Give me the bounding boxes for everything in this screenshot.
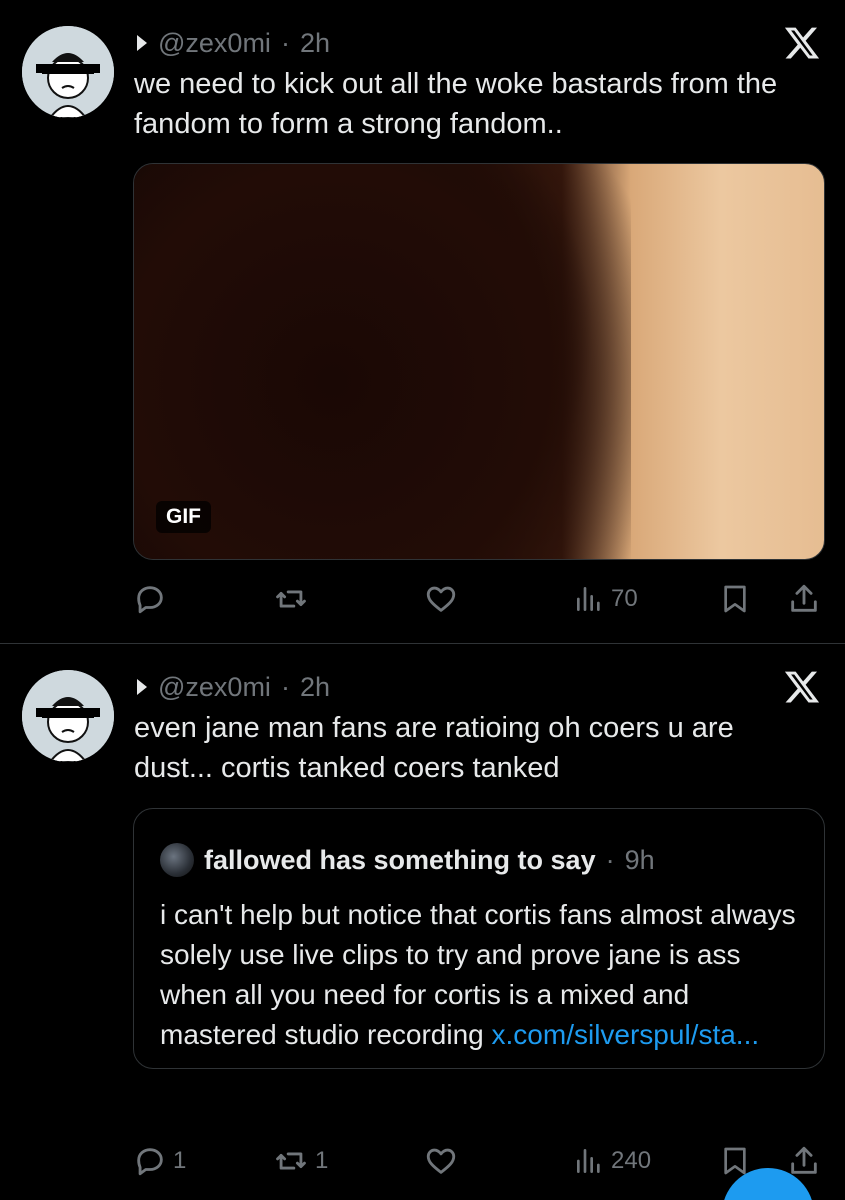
tweet-handle[interactable]: @zex0mi [158,672,271,703]
reply-button[interactable]: 1 [133,1141,186,1181]
tweet-text: even jane man fans are ratioing oh coers… [134,712,734,784]
tweet[interactable]: @zex0mi · 2h even jane man fans are rati… [0,644,845,1200]
tweet-actions: 70 [133,579,825,619]
quoted-link[interactable]: x.com/silverspul/sta... [492,1019,760,1050]
views-icon [573,582,605,616]
views-count: 240 [611,1147,652,1174]
tweet-time[interactable]: 2h [300,672,330,703]
arrow-icon [134,33,150,53]
heart-icon [423,582,459,616]
like-button[interactable] [423,579,465,619]
repost-button[interactable]: 1 [273,1141,328,1181]
repost-count: 1 [315,1147,329,1174]
share-button[interactable] [787,579,821,619]
share-icon [787,581,821,617]
views-button[interactable]: 70 [573,579,638,619]
tweet-actions: 1 1 240 [133,1141,825,1181]
tweet-meta: @zex0mi · 2h [134,670,330,704]
tweet-handle[interactable]: @zex0mi [158,28,271,59]
gif-badge: GIF [156,501,211,533]
tweet[interactable]: @zex0mi · 2h we need to kick out all the… [0,0,845,643]
arrow-icon [134,677,150,697]
bookmark-icon [719,581,751,617]
avatar[interactable] [22,26,114,118]
bookmark-button[interactable] [719,579,751,619]
repost-icon [273,1144,309,1178]
reply-icon [133,1144,167,1178]
separator-dot: · [280,671,290,702]
heart-icon [423,1144,459,1178]
views-icon [573,1144,605,1178]
separator-dot: · [280,27,290,58]
like-button[interactable] [423,1141,465,1181]
avatar[interactable] [22,670,114,762]
tweet-meta: @zex0mi · 2h [134,26,330,60]
share-icon [787,1143,821,1179]
separator-dot: · [605,844,615,875]
quoted-text: i can't help but notice that cortis fans… [160,895,810,1055]
x-logo-icon[interactable] [781,666,823,708]
repost-button[interactable] [273,579,315,619]
quoted-time: 9h [624,844,655,875]
quoted-tweet-header: fallowed has something to say · 9h [160,843,655,877]
quoted-author-name: fallowed has something to say [204,844,596,875]
tweet-text: we need to kick out all the woke bastard… [134,68,778,140]
quoted-avatar [160,843,194,877]
views-count: 70 [611,585,638,612]
views-button[interactable]: 240 [573,1141,651,1181]
quoted-tweet[interactable]: fallowed has something to say · 9h i can… [133,808,825,1069]
gif-media[interactable]: GIF [133,163,825,560]
repost-icon [273,582,309,616]
x-logo-icon[interactable] [781,22,823,64]
tweet-time[interactable]: 2h [300,28,330,59]
gif-frame [134,164,631,559]
reply-icon [133,582,167,616]
reply-count: 1 [173,1147,187,1174]
reply-button[interactable] [133,579,173,619]
